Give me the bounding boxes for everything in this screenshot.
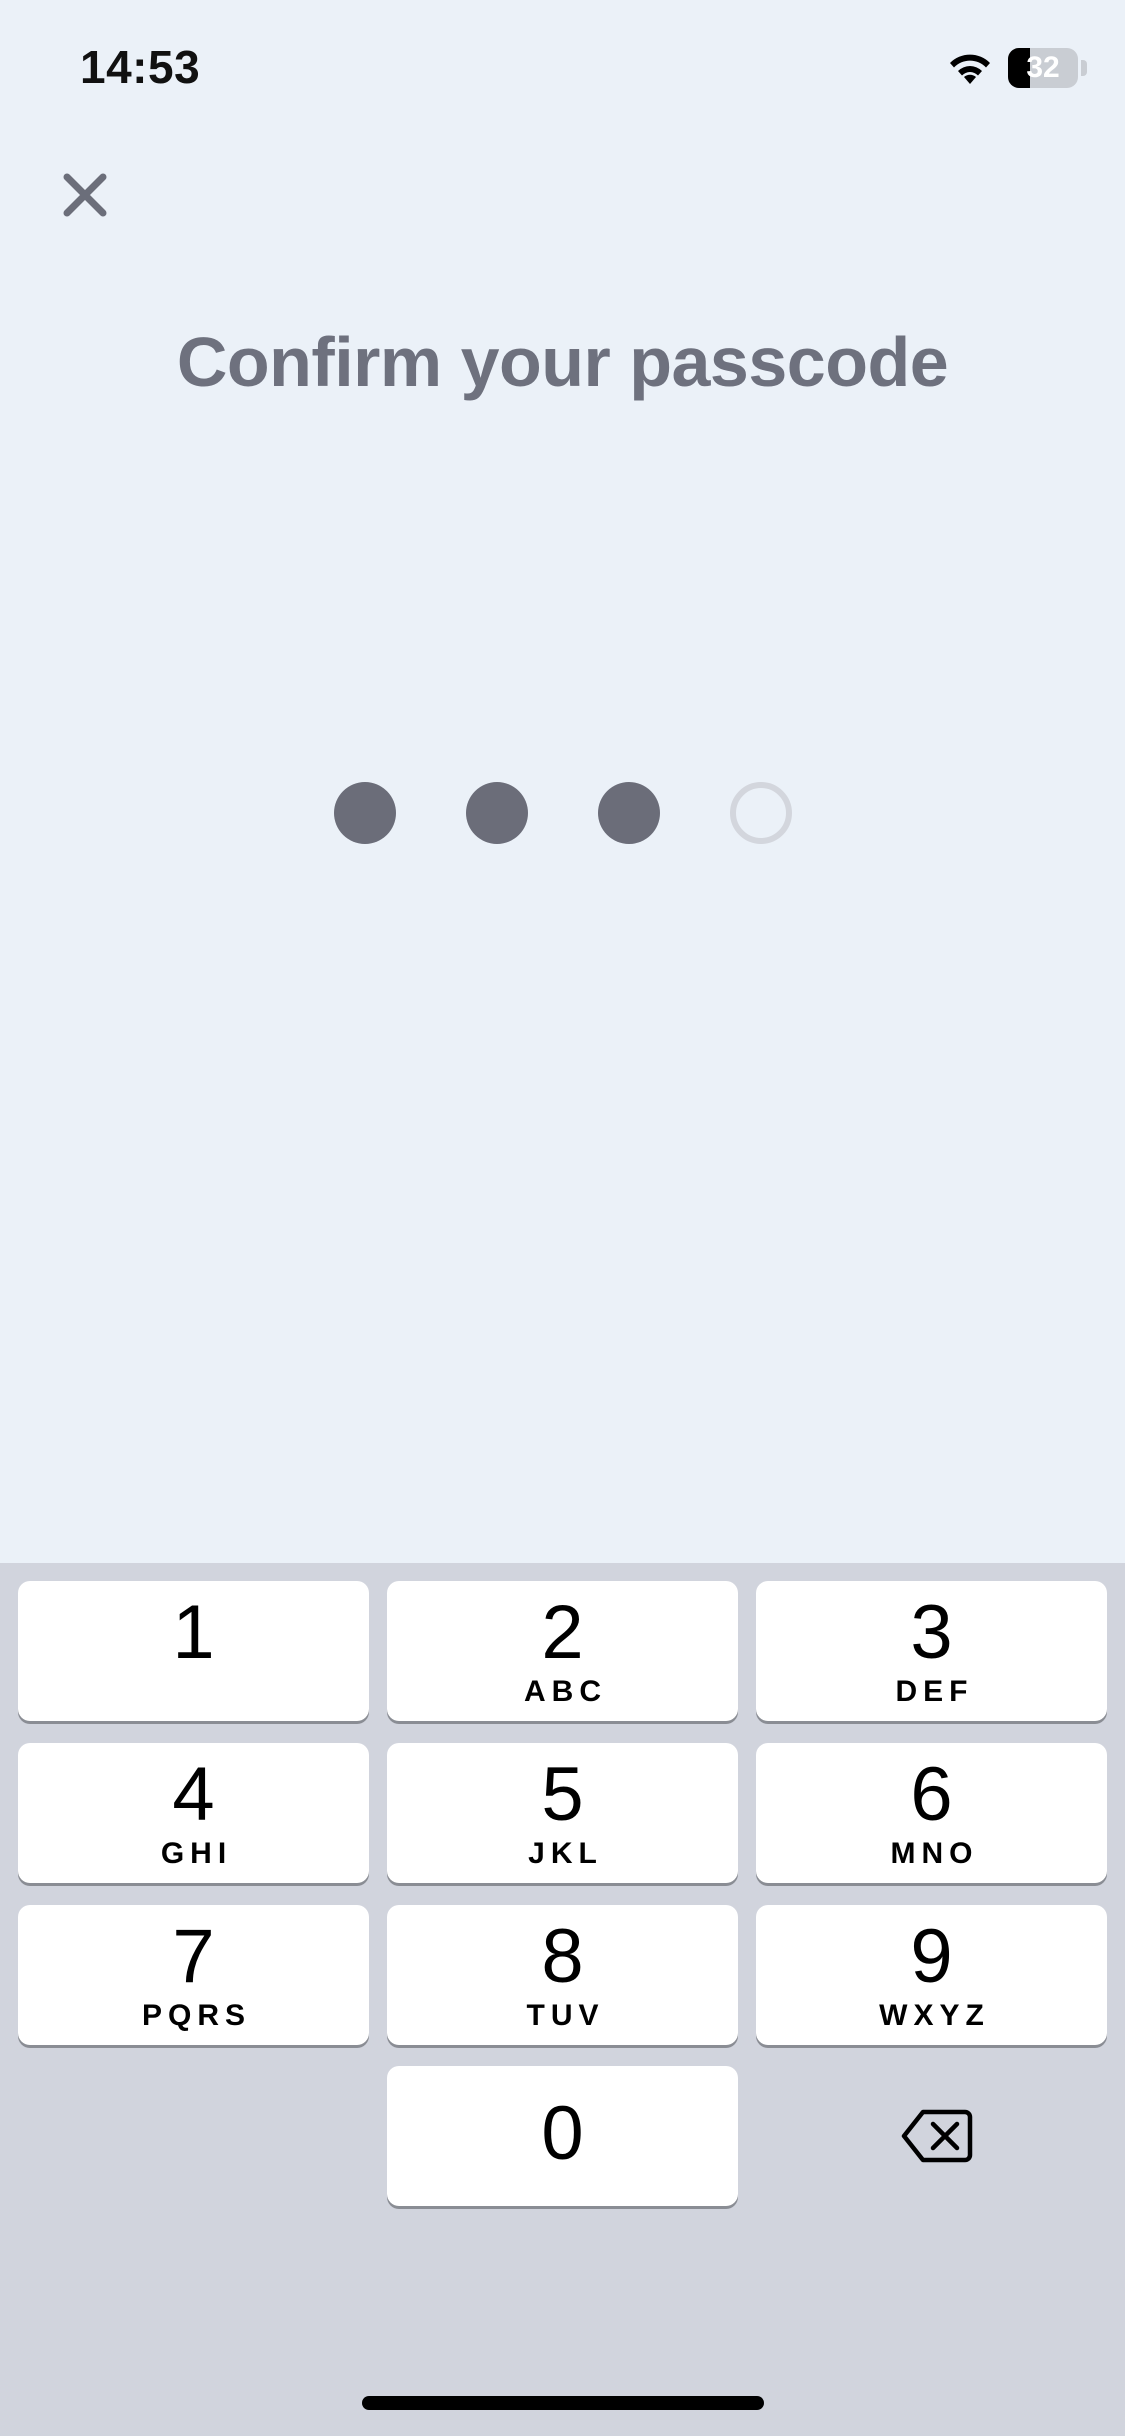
key-4[interactable]: 4 GHI bbox=[18, 1743, 369, 1883]
key-digit: 1 bbox=[172, 1590, 215, 1675]
key-1[interactable]: 1 bbox=[18, 1581, 369, 1721]
key-digit: 2 bbox=[541, 1590, 584, 1675]
key-letters: TUV bbox=[526, 1999, 605, 2032]
battery-icon: 32 bbox=[1008, 48, 1078, 88]
passcode-indicator bbox=[334, 782, 792, 844]
key-letters: ABC bbox=[524, 1675, 607, 1708]
wifi-icon bbox=[950, 54, 990, 84]
key-9[interactable]: 9 WXYZ bbox=[756, 1905, 1107, 2045]
backspace-button[interactable] bbox=[756, 2066, 1118, 2206]
battery-cap bbox=[1081, 60, 1087, 76]
key-digit: 7 bbox=[172, 1914, 215, 1999]
key-letters: MNO bbox=[890, 1837, 979, 1870]
home-indicator bbox=[362, 2396, 764, 2410]
key-digit: 6 bbox=[910, 1752, 953, 1837]
key-digit: 0 bbox=[541, 2091, 584, 2176]
page-title: Confirm your passcode bbox=[176, 323, 949, 401]
key-8[interactable]: 8 TUV bbox=[387, 1905, 738, 2045]
key-digit: 8 bbox=[541, 1914, 584, 1999]
close-button[interactable] bbox=[50, 160, 120, 230]
key-letters: PQRS bbox=[141, 1999, 252, 2032]
key-5[interactable]: 5 JKL bbox=[387, 1743, 738, 1883]
passcode-dot-3 bbox=[598, 782, 660, 844]
passcode-dot-1 bbox=[334, 782, 396, 844]
status-time: 14:53 bbox=[80, 41, 201, 93]
key-letters: WXYZ bbox=[879, 1999, 990, 2032]
key-letters: GHI bbox=[160, 1837, 233, 1870]
key-6[interactable]: 6 MNO bbox=[756, 1743, 1107, 1883]
key-digit: 4 bbox=[172, 1752, 215, 1837]
key-2[interactable]: 2 ABC bbox=[387, 1581, 738, 1721]
key-3[interactable]: 3 DEF bbox=[756, 1581, 1107, 1721]
key-7[interactable]: 7 PQRS bbox=[18, 1905, 369, 2045]
close-icon bbox=[63, 173, 107, 217]
key-0[interactable]: 0 bbox=[387, 2066, 738, 2206]
key-letters: DEF bbox=[895, 1675, 974, 1708]
key-letters: JKL bbox=[528, 1837, 603, 1870]
key-digit: 3 bbox=[910, 1590, 953, 1675]
passcode-dot-4 bbox=[730, 782, 792, 844]
backspace-icon bbox=[901, 2109, 973, 2163]
battery-level: 32 bbox=[1026, 51, 1060, 84]
key-digit: 9 bbox=[910, 1914, 953, 1999]
passcode-dot-2 bbox=[466, 782, 528, 844]
key-digit: 5 bbox=[541, 1752, 584, 1837]
status-bar: 14:53 32 bbox=[0, 0, 1125, 140]
